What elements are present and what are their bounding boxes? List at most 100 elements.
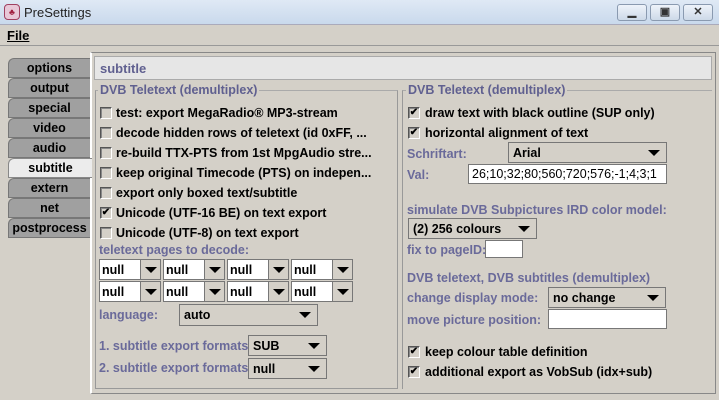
teletext-page-combo[interactable]: null (291, 259, 353, 280)
dropdown-button[interactable] (140, 260, 160, 279)
chevron-down-icon (209, 267, 221, 273)
dropdown-button[interactable] (140, 282, 160, 301)
chevron-down-icon (145, 267, 157, 273)
page-value: null (294, 285, 317, 299)
panel-title: subtitle (100, 61, 147, 76)
display-select[interactable]: no change (548, 287, 666, 308)
left-group-title: DVB Teletext (demultiplex) (98, 83, 260, 97)
tab-options[interactable]: options (8, 58, 90, 78)
chevron-down-icon (337, 267, 349, 273)
chevron-down-icon (647, 295, 659, 301)
teletext-page-combo[interactable]: null (291, 281, 353, 302)
dropdown-button[interactable] (332, 282, 352, 301)
app-icon: ♣ (4, 4, 20, 20)
window-title: PreSettings (24, 5, 92, 20)
chevron-down-icon (273, 289, 285, 295)
page-value: null (230, 285, 253, 299)
tab-video[interactable]: video (8, 118, 90, 138)
display-label: change display mode: (407, 291, 539, 305)
move-label: move picture position: (407, 313, 542, 327)
tab-special[interactable]: special (8, 98, 90, 118)
export1-value: SUB (253, 339, 280, 353)
outline-checkbox[interactable]: ✔ (408, 107, 420, 119)
teletext-page-combo[interactable]: null (227, 281, 289, 302)
chevron-down-icon (308, 366, 320, 372)
teletext-page-combo[interactable]: null (227, 259, 289, 280)
option-checkbox[interactable] (100, 187, 112, 199)
move-input[interactable] (548, 309, 667, 329)
option-checkbox[interactable] (100, 227, 112, 239)
dropdown-button[interactable] (332, 260, 352, 279)
keep-colour-checkbox[interactable]: ✔ (408, 346, 420, 358)
menu-file[interactable]: File (7, 28, 29, 43)
pageid-input[interactable] (485, 240, 523, 258)
chevron-down-icon (308, 343, 320, 349)
teletext-page-combo[interactable]: null (163, 259, 225, 280)
option-label: keep original Timecode (PTS) on indepen.… (116, 166, 372, 180)
export2-value: null (253, 362, 276, 376)
minimize-button[interactable]: ▁ (617, 4, 647, 21)
language-value: auto (184, 308, 211, 322)
chevron-down-icon (648, 150, 660, 156)
tab-subtitle[interactable]: subtitle (8, 158, 92, 178)
panel-header: subtitle (94, 56, 712, 80)
font-select[interactable]: Arial (508, 142, 667, 163)
option-checkbox[interactable] (100, 107, 112, 119)
option-label: Unicode (UTF-8) on text export (116, 226, 299, 240)
ird-label: simulate DVB Subpictures IRD color model… (407, 203, 667, 217)
title-bar: ♣ PreSettings ▁ ▣ ✕ (0, 0, 719, 25)
val-input[interactable]: 26;10;32;80;560;720;576;-1;4;3;1 (468, 164, 667, 184)
option-checkbox[interactable] (100, 167, 112, 179)
font-value: Arial (513, 146, 541, 160)
ird-select[interactable]: (2) 256 colours (408, 218, 537, 239)
tab-postprocess[interactable]: postprocess (8, 218, 90, 238)
pageid-label: fix to pageID: (407, 243, 487, 257)
font-label: Schriftart: (407, 147, 467, 161)
chevron-down-icon (299, 312, 311, 318)
export2-label: 2. subtitle export formats: (99, 361, 253, 375)
chevron-down-icon (145, 289, 157, 295)
export2-select[interactable]: null (248, 358, 327, 379)
chevron-down-icon (209, 289, 221, 295)
teletext-page-combo[interactable]: null (163, 281, 225, 302)
option-label: Unicode (UTF-16 BE) on text export (116, 206, 327, 220)
dropdown-button[interactable] (204, 282, 224, 301)
val-label: Val: (407, 168, 430, 182)
page-value: null (102, 263, 125, 277)
page-value: null (230, 263, 253, 277)
export1-label: 1. subtitle export formats: (99, 339, 253, 353)
pages-label: teletext pages to decode: (99, 243, 250, 257)
teletext-page-combo[interactable]: null (99, 281, 161, 302)
maximize-button[interactable]: ▣ (650, 4, 680, 21)
vobsub-checkbox[interactable]: ✔ (408, 366, 420, 378)
dropdown-button[interactable] (204, 260, 224, 279)
dropdown-button[interactable] (268, 260, 288, 279)
tab-audio[interactable]: audio (8, 138, 90, 158)
display-value: no change (553, 291, 616, 305)
vobsub-label: additional export as VobSub (idx+sub) (425, 365, 653, 379)
ird-value: (2) 256 colours (413, 222, 502, 236)
option-label: decode hidden rows of teletext (id 0xFF,… (116, 126, 367, 140)
language-select[interactable]: auto (179, 304, 318, 326)
tab-extern[interactable]: extern (8, 178, 90, 198)
tab-output[interactable]: output (8, 78, 90, 98)
close-button[interactable]: ✕ (683, 4, 713, 21)
option-label: re-build TTX-PTS from 1st MpgAudio stre.… (116, 146, 372, 160)
page-value: null (166, 263, 189, 277)
export1-select[interactable]: SUB (248, 335, 327, 356)
chevron-down-icon (273, 267, 285, 273)
dropdown-button[interactable] (268, 282, 288, 301)
option-checkbox[interactable] (100, 147, 112, 159)
section2-label: DVB teletext, DVB subtitles (demultiplex… (407, 271, 651, 285)
page-value: null (166, 285, 189, 299)
tab-net[interactable]: net (8, 198, 90, 218)
right-group-title: DVB Teletext (demultiplex) (406, 83, 568, 97)
option-checkbox[interactable]: ✔ (100, 207, 112, 219)
chevron-down-icon (337, 289, 349, 295)
halign-label: horizontal alignment of text (425, 126, 589, 140)
page-value: null (294, 263, 317, 277)
option-label: export only boxed text/subtitle (116, 186, 298, 200)
teletext-page-combo[interactable]: null (99, 259, 161, 280)
halign-checkbox[interactable]: ✔ (408, 127, 420, 139)
option-checkbox[interactable] (100, 127, 112, 139)
